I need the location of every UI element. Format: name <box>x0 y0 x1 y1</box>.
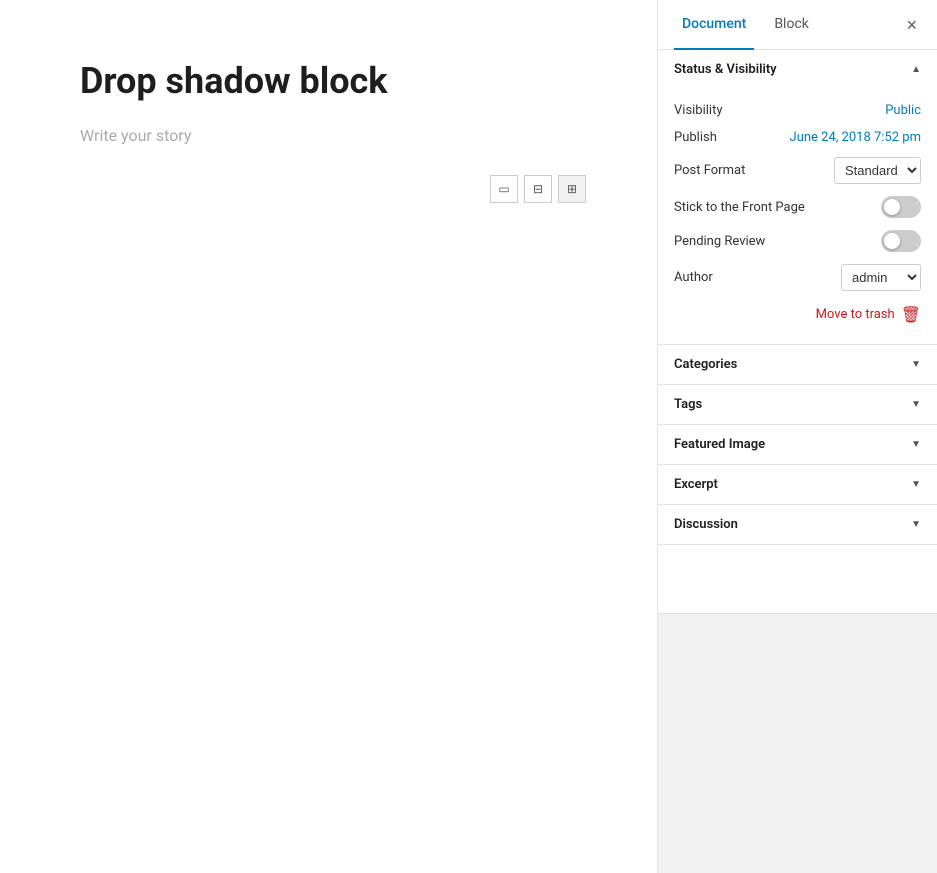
view-toggles: ▭ ⊟ ⊞ <box>490 175 586 203</box>
two-column-icon: ⊟ <box>533 182 543 196</box>
sidebar-close-button[interactable]: × <box>902 12 921 38</box>
trash-row: Move to trash 🗑 <box>674 297 921 328</box>
stick-front-row: Stick to the Front Page <box>674 190 921 224</box>
status-visibility-body: Visibility Public Publish June 24, 2018 … <box>658 89 937 344</box>
publish-value[interactable]: June 24, 2018 7:52 pm <box>790 130 921 145</box>
featured-image-title: Featured Image <box>674 437 765 452</box>
visibility-row: Visibility Public <box>674 97 921 124</box>
excerpt-chevron: ▼ <box>911 479 921 490</box>
discussion-chevron: ▼ <box>911 519 921 530</box>
status-visibility-panel: Status & Visibility ▲ Visibility Public … <box>658 50 937 345</box>
image-icon: ⊞ <box>567 182 577 196</box>
categories-title: Categories <box>674 357 737 372</box>
featured-image-chevron: ▼ <box>911 439 921 450</box>
sidebar-content: Status & Visibility ▲ Visibility Public … <box>658 50 937 613</box>
tags-chevron: ▼ <box>911 399 921 410</box>
post-format-select[interactable]: Standard Aside Image Video Audio <box>834 157 921 184</box>
tab-block[interactable]: Block <box>766 0 817 50</box>
sidebar-header: Document Block × <box>658 0 937 50</box>
single-column-toggle[interactable]: ▭ <box>490 175 518 203</box>
trash-icon: 🗑 <box>901 305 921 324</box>
sidebar-footer <box>658 613 937 873</box>
publish-label: Publish <box>674 130 717 145</box>
pending-review-row: Pending Review <box>674 224 921 258</box>
discussion-panel: Discussion ▼ <box>658 505 937 545</box>
pending-review-label: Pending Review <box>674 234 765 249</box>
pending-review-toggle[interactable] <box>881 230 921 252</box>
post-title[interactable]: Drop shadow block <box>80 60 577 102</box>
excerpt-panel: Excerpt ▼ <box>658 465 937 505</box>
stick-front-toggle[interactable] <box>881 196 921 218</box>
categories-header[interactable]: Categories ▼ <box>658 345 937 384</box>
image-toggle[interactable]: ⊞ <box>558 175 586 203</box>
post-format-row: Post Format Standard Aside Image Video A… <box>674 151 921 190</box>
editor-area: Drop shadow block Write your story ▭ ⊟ ⊞ <box>0 0 657 873</box>
visibility-label: Visibility <box>674 103 723 118</box>
stick-front-label: Stick to the Front Page <box>674 200 805 215</box>
categories-chevron: ▼ <box>911 359 921 370</box>
move-to-trash-link[interactable]: Move to trash <box>816 307 895 322</box>
discussion-header[interactable]: Discussion ▼ <box>658 505 937 544</box>
single-column-icon: ▭ <box>498 182 509 196</box>
tab-document[interactable]: Document <box>674 0 754 50</box>
tags-header[interactable]: Tags ▼ <box>658 385 937 424</box>
publish-row: Publish June 24, 2018 7:52 pm <box>674 124 921 151</box>
categories-panel: Categories ▼ <box>658 345 937 385</box>
author-row: Author admin <box>674 258 921 297</box>
featured-image-header[interactable]: Featured Image ▼ <box>658 425 937 464</box>
two-column-toggle[interactable]: ⊟ <box>524 175 552 203</box>
visibility-value[interactable]: Public <box>885 103 921 118</box>
status-visibility-header[interactable]: Status & Visibility ▲ <box>658 50 937 89</box>
status-visibility-chevron-up: ▲ <box>911 64 921 75</box>
post-body[interactable]: Write your story <box>80 126 577 145</box>
tags-title: Tags <box>674 397 702 412</box>
discussion-title: Discussion <box>674 517 738 532</box>
featured-image-panel: Featured Image ▼ <box>658 425 937 465</box>
status-visibility-title: Status & Visibility <box>674 62 777 77</box>
sidebar: Document Block × Status & Visibility ▲ V… <box>657 0 937 873</box>
author-label: Author <box>674 270 713 285</box>
excerpt-header[interactable]: Excerpt ▼ <box>658 465 937 504</box>
excerpt-title: Excerpt <box>674 477 718 492</box>
post-format-label: Post Format <box>674 163 745 178</box>
author-select[interactable]: admin <box>841 264 921 291</box>
tags-panel: Tags ▼ <box>658 385 937 425</box>
